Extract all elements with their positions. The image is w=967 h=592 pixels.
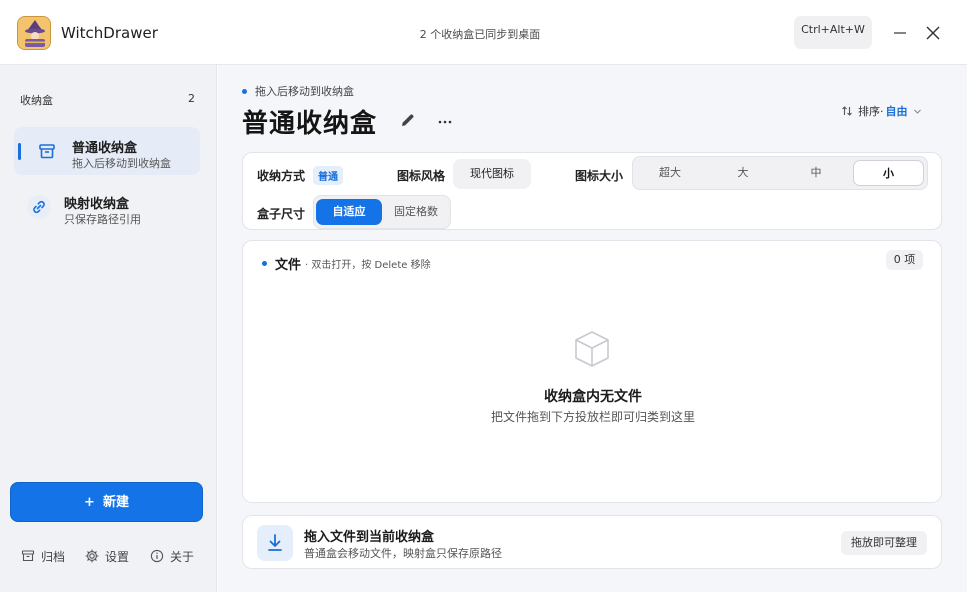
- icon-size-option-xl[interactable]: 超大: [635, 160, 705, 186]
- link-icon: [26, 194, 52, 220]
- about-label: 关于: [170, 549, 195, 564]
- storage-mode-chip: 普通: [313, 166, 343, 185]
- close-button[interactable]: [922, 22, 944, 44]
- info-icon: [150, 549, 164, 563]
- files-hint: · 双击打开，按 Delete 移除: [305, 260, 431, 271]
- sidebar-item-desc: 拖入后移动到收纳盒: [72, 157, 171, 170]
- bullet-dot: [262, 261, 267, 266]
- drop-zone-badge: 拖放即可整理: [841, 531, 927, 555]
- about-button[interactable]: 关于: [150, 547, 194, 565]
- new-box-label: 新建: [102, 495, 129, 510]
- sidebar-item-name: 映射收纳盒: [64, 197, 130, 212]
- app-title: WitchDrawer: [61, 24, 158, 42]
- minimize-icon: [894, 32, 906, 34]
- new-box-button[interactable]: + 新建: [10, 482, 203, 522]
- empty-box-icon: [572, 329, 612, 369]
- drop-zone-title: 拖入文件到当前收纳盒: [304, 530, 435, 545]
- sort-label: 排序·: [858, 105, 884, 118]
- bullet-dot: [242, 88, 247, 94]
- chevron-down-icon: [913, 109, 921, 114]
- icon-style-label: 图标风格: [397, 169, 446, 183]
- icon-size-option-l[interactable]: 大: [707, 160, 779, 186]
- gear-icon: [85, 549, 99, 563]
- breadcrumb-text: 拖入后移动到收纳盒: [255, 85, 354, 98]
- sort-arrows-icon: [842, 106, 852, 116]
- title-bar: WitchDrawer 2 个收纳盒已同步到桌面 Ctrl+Alt+W: [0, 0, 967, 65]
- sidebar-item-normal-box[interactable]: 普通收纳盒 拖入后移动到收纳盒: [14, 127, 200, 175]
- main-panel: 拖入后移动到收纳盒 普通收纳盒 排序· 自由 收纳方式 普通 图标风格 现代图标…: [218, 65, 967, 592]
- settings-button[interactable]: 设置: [85, 547, 129, 565]
- plus-icon: +: [84, 495, 95, 510]
- hotkey-button[interactable]: Ctrl+Alt+W: [794, 16, 872, 49]
- more-options-button[interactable]: [437, 113, 453, 125]
- sidebar-item-mapped-box[interactable]: 映射收纳盒 只保存路径引用: [14, 183, 200, 231]
- sidebar-header-label: 收纳盒: [20, 94, 53, 107]
- archive-button[interactable]: 归档: [21, 547, 65, 565]
- box-settings-card: 收纳方式 普通 图标风格 现代图标 图标大小 超大 大 中 小 盒子尺寸 自适应…: [242, 152, 942, 230]
- download-arrow-icon: [257, 525, 293, 561]
- more-dots-icon: [438, 120, 452, 124]
- edit-title-button[interactable]: [399, 111, 417, 129]
- sidebar: 收纳盒 2 普通收纳盒 拖入后移动到收纳盒 映射收纳盒 只保存路径引用 + 新建: [0, 65, 217, 592]
- sidebar-item-desc: 只保存路径引用: [64, 213, 141, 226]
- empty-state-subtitle: 把文件拖到下方投放栏即可归类到这里: [490, 410, 695, 424]
- icon-size-label: 图标大小: [575, 169, 624, 183]
- box-size-segmented: 自适应 固定格数: [313, 195, 451, 229]
- file-count-badge: 0 项: [886, 250, 923, 270]
- files-title: 文件: [275, 258, 302, 273]
- files-header: 文件 · 双击打开，按 Delete 移除: [262, 254, 431, 273]
- icon-size-option-m[interactable]: 中: [781, 160, 851, 186]
- sort-dropdown[interactable]: 排序· 自由: [841, 103, 927, 119]
- box-size-option-auto[interactable]: 自适应: [316, 199, 382, 225]
- pencil-icon: [402, 114, 414, 126]
- box-size-option-fixed[interactable]: 固定格数: [384, 199, 448, 225]
- archive-icon: [21, 550, 35, 562]
- close-icon: [926, 26, 940, 40]
- files-card: 文件 · 双击打开，按 Delete 移除 0 项 收纳盒内无文件 把文件拖到下…: [242, 240, 942, 503]
- icon-style-selector[interactable]: 现代图标: [453, 159, 531, 189]
- icon-size-option-s[interactable]: 小: [853, 160, 924, 186]
- breadcrumb: 拖入后移动到收纳盒: [242, 83, 354, 99]
- drop-zone[interactable]: 拖入文件到当前收纳盒 普通盒会移动文件，映射盒只保存原路径 拖放即可整理: [242, 515, 942, 569]
- app-logo-icon: [17, 16, 51, 50]
- minimize-button[interactable]: [889, 22, 911, 44]
- storage-mode-label: 收纳方式: [257, 169, 306, 183]
- archive-box-icon: [34, 138, 60, 164]
- icon-size-segmented: 超大 大 中 小: [632, 156, 928, 190]
- drop-zone-subtitle: 普通盒会移动文件，映射盒只保存原路径: [304, 547, 502, 560]
- sidebar-item-name: 普通收纳盒: [72, 141, 138, 156]
- sidebar-header: 收纳盒 2: [20, 92, 195, 108]
- archive-label: 归档: [41, 549, 66, 564]
- sidebar-box-count: 2: [188, 92, 195, 105]
- sort-value: 自由: [885, 105, 908, 118]
- settings-label: 设置: [105, 549, 130, 564]
- active-marker: [18, 143, 21, 160]
- box-size-label: 盒子尺寸: [257, 207, 306, 221]
- empty-state-title: 收纳盒内无文件: [544, 389, 642, 405]
- page-title: 普通收纳盒: [242, 109, 378, 139]
- sync-status-text: 2 个收纳盒已同步到桌面: [419, 28, 541, 41]
